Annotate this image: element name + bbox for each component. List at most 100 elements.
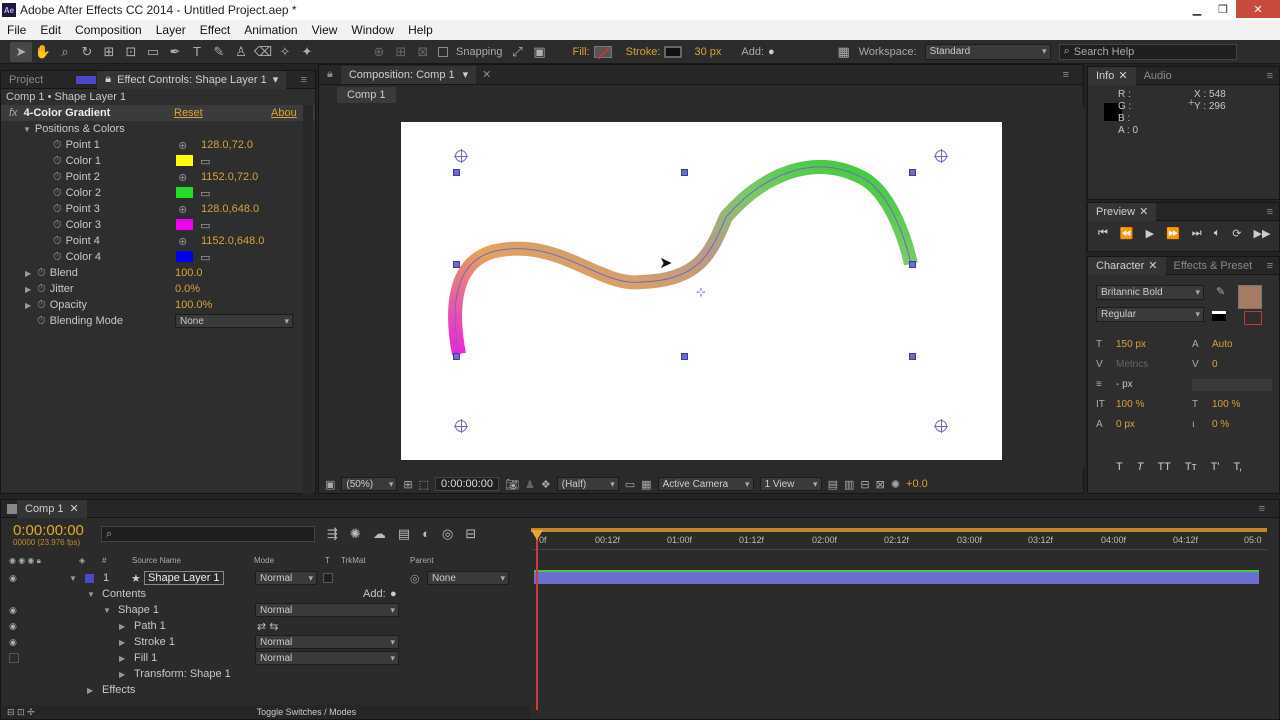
expand-triangle-icon[interactable]: ▼ <box>23 125 31 134</box>
close-tab-icon[interactable]: ✕ <box>1118 69 1127 82</box>
audio-icon[interactable]: 🔈︎ <box>1214 227 1221 240</box>
bbox-handle[interactable] <box>453 169 460 176</box>
bbox-handle[interactable] <box>453 261 460 268</box>
tab-preview[interactable]: Preview ✕ <box>1088 202 1157 221</box>
all-caps-icon[interactable]: TT <box>1157 461 1170 473</box>
prop-value[interactable]: 1152.0,72.0 <box>201 171 258 183</box>
crosshair-icon[interactable]: ⊕ <box>178 235 187 248</box>
brush-tool-icon[interactable]: ✎ <box>208 42 230 62</box>
transform-shape-row[interactable]: ▶ Transform: Shape 1 <box>1 666 531 682</box>
camera-tool-icon[interactable]: ⊞ <box>98 42 120 62</box>
panel-menu-icon[interactable]: ≡ <box>1259 503 1265 515</box>
font-family-dropdown[interactable]: Britannic Bold <box>1096 285 1204 300</box>
clone-stamp-tool-icon[interactable]: ♙ <box>230 42 252 62</box>
layer-switches-icon[interactable]: ⊟ ⊡ ✢ <box>7 707 35 718</box>
viewer-timecode[interactable]: 0:00:00:00 <box>435 477 500 491</box>
layer-row[interactable]: ◉ ▼ 1 ★ Shape Layer 1 Normal ◎ None <box>1 570 531 586</box>
fill-row[interactable]: ▶ Fill 1 Normal <box>1 650 531 666</box>
tab-info[interactable]: Info ✕ <box>1088 66 1136 85</box>
tsume-value[interactable]: 0 % <box>1212 415 1229 435</box>
menu-effect[interactable]: Effect <box>193 23 237 37</box>
stopwatch-icon[interactable]: ⏱ <box>37 267 46 280</box>
hand-tool-icon[interactable]: ✋ <box>32 42 54 62</box>
fast-preview-icon[interactable]: ▥ <box>844 478 854 491</box>
close-icon[interactable]: ✕ <box>1236 0 1280 18</box>
flowchart-icon[interactable]: ⊠ <box>876 478 885 491</box>
prop-row-color1[interactable]: ⏱ Color 1 ▭ <box>1 153 315 169</box>
stopwatch-icon[interactable]: ⏱ <box>53 203 62 216</box>
expand-triangle-icon[interactable]: ▼ <box>69 574 77 583</box>
stroke-label[interactable]: Stroke: <box>626 46 661 58</box>
prop-row-jitter[interactable]: ▶ ⏱ Jitter 0.0% <box>1 281 315 297</box>
anchor-point-icon[interactable]: ⊹ <box>696 285 706 299</box>
selection-tool-icon[interactable]: ➤ <box>10 41 32 62</box>
time-ruler[interactable]: 0f 00:12f 01:00f 01:12f 02:00f 02:12f 03… <box>531 532 1267 550</box>
faux-bold-icon[interactable]: T <box>1116 461 1123 473</box>
last-frame-icon[interactable]: ⏭ <box>1192 227 1202 240</box>
label-color-icon[interactable] <box>85 573 94 583</box>
panel-menu-icon[interactable]: ≡ <box>1267 70 1273 82</box>
roto-brush-tool-icon[interactable]: ✧ <box>274 42 296 62</box>
fit-icon[interactable]: ⊞ <box>403 478 412 491</box>
eyedropper-icon[interactable]: ✎ <box>1216 285 1225 298</box>
tab-timeline-comp[interactable]: Comp 1 ✕ <box>17 499 87 518</box>
current-timecode[interactable]: 0:00:00:00 <box>13 522 84 539</box>
close-tab-icon[interactable]: ✕ <box>1139 205 1148 218</box>
ram-preview-icon[interactable]: ▶▶ <box>1254 227 1271 240</box>
expand-triangle-icon[interactable]: ▶ <box>25 285 31 294</box>
work-area-bar[interactable] <box>531 528 1267 532</box>
close-tab-icon[interactable]: ✕ <box>1148 259 1157 272</box>
bbox-handle[interactable] <box>453 353 460 360</box>
panel-menu-icon[interactable]: ≡ <box>1063 69 1069 81</box>
always-preview-icon[interactable]: ▣ <box>325 478 335 491</box>
preserve-transparency-checkbox[interactable] <box>323 573 333 583</box>
color-swatch[interactable] <box>176 155 193 166</box>
small-caps-icon[interactable]: Tт <box>1185 461 1197 473</box>
prop-row-opacity[interactable]: ▶ ⏱ Opacity 100.0% <box>1 297 315 313</box>
toggle-switches-modes[interactable]: Toggle Switches / Modes <box>257 707 357 717</box>
maximize-icon[interactable]: ❐ <box>1210 0 1236 18</box>
show-snapshot-icon[interactable]: ♟ <box>525 478 535 491</box>
stroke-style-dropdown[interactable] <box>1192 379 1272 391</box>
timeline-icon[interactable]: ⊟ <box>860 478 869 491</box>
menu-animation[interactable]: Animation <box>237 23 304 37</box>
snap-grid-icon[interactable]: ▣ <box>529 42 551 62</box>
fill-mode-dropdown[interactable]: Normal <box>255 651 399 665</box>
gradient-point-4-icon[interactable] <box>934 419 948 433</box>
tab-effect-controls[interactable]: 🔒︎ Effect Controls: Shape Layer 1 ▾ <box>97 70 287 89</box>
layer-duration-bar[interactable] <box>534 570 1259 584</box>
path-direction-icon[interactable]: ⇄ ⇆ <box>257 620 279 633</box>
visibility-eye-icon[interactable]: ◉ <box>9 605 17 616</box>
stroke-row[interactable]: ◉ ▶ Stroke 1 Normal <box>1 634 531 650</box>
fill-label[interactable]: Fill: <box>573 46 590 58</box>
black-white-swatch[interactable] <box>1212 311 1226 321</box>
comp-viewer[interactable]: ⊹ ➤ <box>319 107 1085 467</box>
stopwatch-icon[interactable]: ⏱ <box>53 155 62 168</box>
workspace-icon[interactable]: ▦ <box>833 42 855 62</box>
viewer-lock-icon[interactable]: 🔒︎ <box>319 66 341 84</box>
panel-menu-icon[interactable]: ≡ <box>1267 260 1273 272</box>
stopwatch-icon[interactable]: ⏱ <box>37 283 46 296</box>
expand-triangle-icon[interactable]: ▶ <box>119 638 125 647</box>
snapshot-icon[interactable]: 📷︎ <box>505 478 519 491</box>
expand-triangle-icon[interactable]: ▶ <box>119 654 125 663</box>
color-swatch[interactable] <box>176 219 193 230</box>
prop-row-color2[interactable]: ⏱ Color 2 ▭ <box>1 185 315 201</box>
comp-canvas[interactable]: ⊹ ➤ <box>401 122 1002 460</box>
expand-triangle-icon[interactable]: ▶ <box>87 686 93 695</box>
shape-group-row[interactable]: ◉ ▼ Shape 1 Normal <box>1 602 531 618</box>
tab-dropdown-icon[interactable]: ▾ <box>463 68 469 81</box>
menu-view[interactable]: View <box>305 23 345 37</box>
crosshair-icon[interactable]: ⊕ <box>178 139 187 152</box>
prop-value[interactable]: 0.0% <box>175 283 200 295</box>
stroke-color-swatch[interactable] <box>1244 311 1262 325</box>
gradient-point-2-icon[interactable] <box>934 149 948 163</box>
expand-triangle-icon[interactable]: ▶ <box>25 269 31 278</box>
next-frame-icon[interactable]: ⏩ <box>1166 227 1180 240</box>
fill-none-swatch[interactable] <box>593 45 612 59</box>
prop-row-color4[interactable]: ⏱ Color 4 ▭ <box>1 249 315 265</box>
layer-name[interactable]: Shape Layer 1 <box>144 571 224 585</box>
prop-value[interactable]: 128.0,72.0 <box>201 139 253 151</box>
pan-behind-tool-icon[interactable]: ⊡ <box>120 42 142 62</box>
col-source-name[interactable]: Source Name <box>132 556 181 565</box>
